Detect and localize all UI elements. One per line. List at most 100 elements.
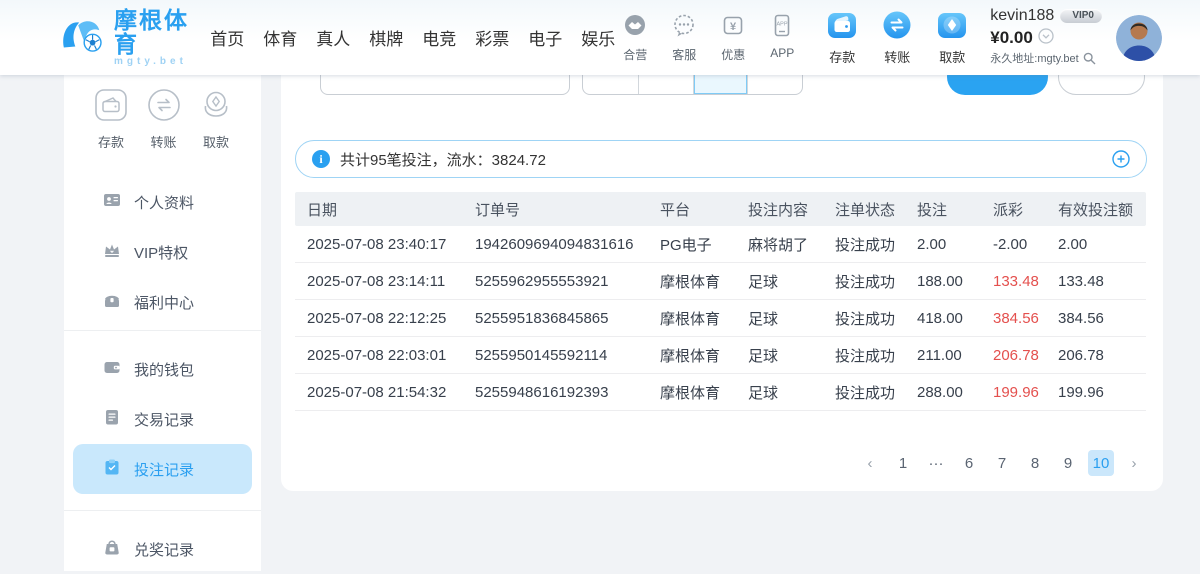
sidebar: 存款 转账 取款: [64, 75, 261, 571]
date-range-input[interactable]: [320, 75, 570, 95]
expand-plus-icon[interactable]: [1112, 150, 1130, 168]
cell-payout: 133.48: [993, 273, 1058, 290]
cell-payout: -2.00: [993, 236, 1058, 253]
balance-dropdown-icon[interactable]: [1038, 28, 1054, 48]
brand-logo[interactable]: 摩根体育 mgty.bet: [60, 8, 194, 67]
top-navbar: 摩根体育 mgty.bet 首页 体育 真人 棋牌 电竞 彩票 电子 娱乐 合营: [0, 0, 1200, 75]
cell-date: 2025-07-08 22:03:01: [307, 347, 475, 364]
crown-icon: [103, 241, 121, 263]
gift-bag-icon: [103, 538, 121, 560]
cell-date: 2025-07-08 23:40:17: [307, 236, 475, 253]
page-9[interactable]: 9: [1055, 450, 1081, 476]
cell-payout: 384.56: [993, 310, 1058, 327]
nav-item-sports[interactable]: 体育: [261, 21, 299, 54]
cell-valid-bet: 206.78: [1058, 347, 1146, 364]
range-segment-4[interactable]: [747, 75, 802, 94]
profile-card-icon: [103, 191, 121, 213]
cell-valid-bet: 199.96: [1058, 384, 1146, 401]
partner-link[interactable]: 合营: [617, 13, 653, 63]
cell-platform: 摩根体育: [660, 382, 748, 403]
sidebar-withdraw-button[interactable]: 取款: [199, 88, 233, 151]
next-page-button[interactable]: ›: [1121, 450, 1147, 476]
cell-platform: PG电子: [660, 234, 748, 255]
cell-content: 足球: [748, 382, 835, 403]
transfer-outline-icon: [147, 88, 181, 127]
page-8[interactable]: 8: [1022, 450, 1048, 476]
app-download-link[interactable]: APP APP: [764, 13, 800, 63]
page-7[interactable]: 7: [989, 450, 1015, 476]
nav-item-esports[interactable]: 电竞: [420, 21, 458, 54]
withdraw-button[interactable]: 取款: [932, 10, 972, 66]
range-segment-2[interactable]: [638, 75, 693, 94]
table-row: 2025-07-08 23:40:17 1942609694094831616 …: [295, 226, 1146, 263]
promotions-link[interactable]: ¥ 优惠: [715, 13, 751, 63]
cell-bet: 418.00: [917, 310, 993, 327]
nav-item-live[interactable]: 真人: [314, 21, 352, 54]
table-row: 2025-07-08 23:14:11 5255962955553921 摩根体…: [295, 263, 1146, 300]
customer-service-link[interactable]: 客服: [666, 13, 702, 63]
avatar[interactable]: [1116, 15, 1162, 61]
menu-divider: [64, 510, 261, 511]
cell-valid-bet: 384.56: [1058, 310, 1146, 327]
bet-record-clipboard-icon: [103, 458, 121, 480]
cell-status: 投注成功: [835, 382, 917, 403]
sidebar-item-bet-records[interactable]: 投注记录: [73, 444, 252, 494]
app-phone-icon: APP: [769, 13, 795, 44]
sidebar-item-vip[interactable]: VIP特权: [73, 227, 252, 277]
wallet-icon: [103, 358, 121, 380]
nav-item-slots[interactable]: 电子: [526, 21, 564, 54]
page-6[interactable]: 6: [956, 450, 982, 476]
search-button[interactable]: [947, 75, 1048, 95]
col-content: 投注内容: [748, 199, 835, 220]
cell-order-no: 5255948616192393: [475, 384, 660, 401]
table-row: 2025-07-08 22:12:25 5255951836845865 摩根体…: [295, 300, 1146, 337]
deposit-outline-icon: [94, 88, 128, 127]
cell-order-no: 5255962955553921: [475, 273, 660, 290]
brand-name: 摩根体育 mgty.bet: [114, 8, 194, 67]
cell-date: 2025-07-08 21:54:32: [307, 384, 475, 401]
sidebar-item-transactions[interactable]: 交易记录: [73, 394, 252, 444]
table-row: 2025-07-08 21:54:32 5255948616192393 摩根体…: [295, 374, 1146, 411]
sidebar-item-redeem-records[interactable]: 兑奖记录: [73, 524, 252, 574]
range-segment-1[interactable]: [583, 75, 638, 94]
quick-range-segments: [582, 75, 803, 95]
cell-bet: 188.00: [917, 273, 993, 290]
deposit-icon: [827, 10, 857, 45]
sidebar-item-welfare[interactable]: 福利中心: [73, 277, 252, 327]
cell-order-no: 5255951836845865: [475, 310, 660, 327]
promo-yen-icon: ¥: [720, 13, 746, 44]
prev-page-button[interactable]: ‹: [857, 450, 883, 476]
range-segment-3[interactable]: [693, 75, 748, 94]
sidebar-quick-actions: 存款 转账 取款: [64, 75, 261, 151]
reset-button[interactable]: [1058, 75, 1145, 95]
page-10[interactable]: 10: [1088, 450, 1114, 476]
cell-date: 2025-07-08 22:12:25: [307, 310, 475, 327]
cell-valid-bet: 2.00: [1058, 236, 1146, 253]
sidebar-transfer-button[interactable]: 转账: [147, 88, 181, 151]
sidebar-deposit-button[interactable]: 存款: [94, 88, 128, 151]
nav-item-cards[interactable]: 棋牌: [367, 21, 405, 54]
page-ellipsis: ···: [923, 450, 949, 476]
col-payout: 派彩: [993, 199, 1058, 220]
sidebar-menu: 个人资料 VIP特权 福利中心: [64, 151, 261, 574]
sidebar-item-wallet[interactable]: 我的钱包: [73, 344, 252, 394]
treasure-box-icon: [103, 291, 121, 313]
page-1[interactable]: 1: [890, 450, 916, 476]
search-icon[interactable]: [1083, 52, 1096, 68]
col-date: 日期: [307, 199, 475, 220]
cell-status: 投注成功: [835, 345, 917, 366]
deposit-button[interactable]: 存款: [822, 10, 862, 66]
withdraw-icon: [937, 10, 967, 45]
cell-order-no: 1942609694094831616: [475, 236, 660, 253]
nav-item-lottery[interactable]: 彩票: [473, 21, 511, 54]
cell-bet: 288.00: [917, 384, 993, 401]
nav-item-home[interactable]: 首页: [208, 21, 246, 54]
summary-text: 共计95笔投注，流水：3824.72: [340, 149, 546, 170]
permanent-address: 永久地址:mgty.bet: [990, 54, 1078, 65]
sidebar-item-profile[interactable]: 个人资料: [73, 177, 252, 227]
withdraw-outline-icon: [199, 88, 233, 127]
nav-item-entertainment[interactable]: 娱乐: [579, 21, 617, 54]
transfer-button[interactable]: 转账: [877, 10, 917, 66]
col-platform: 平台: [660, 199, 748, 220]
cell-valid-bet: 133.48: [1058, 273, 1146, 290]
